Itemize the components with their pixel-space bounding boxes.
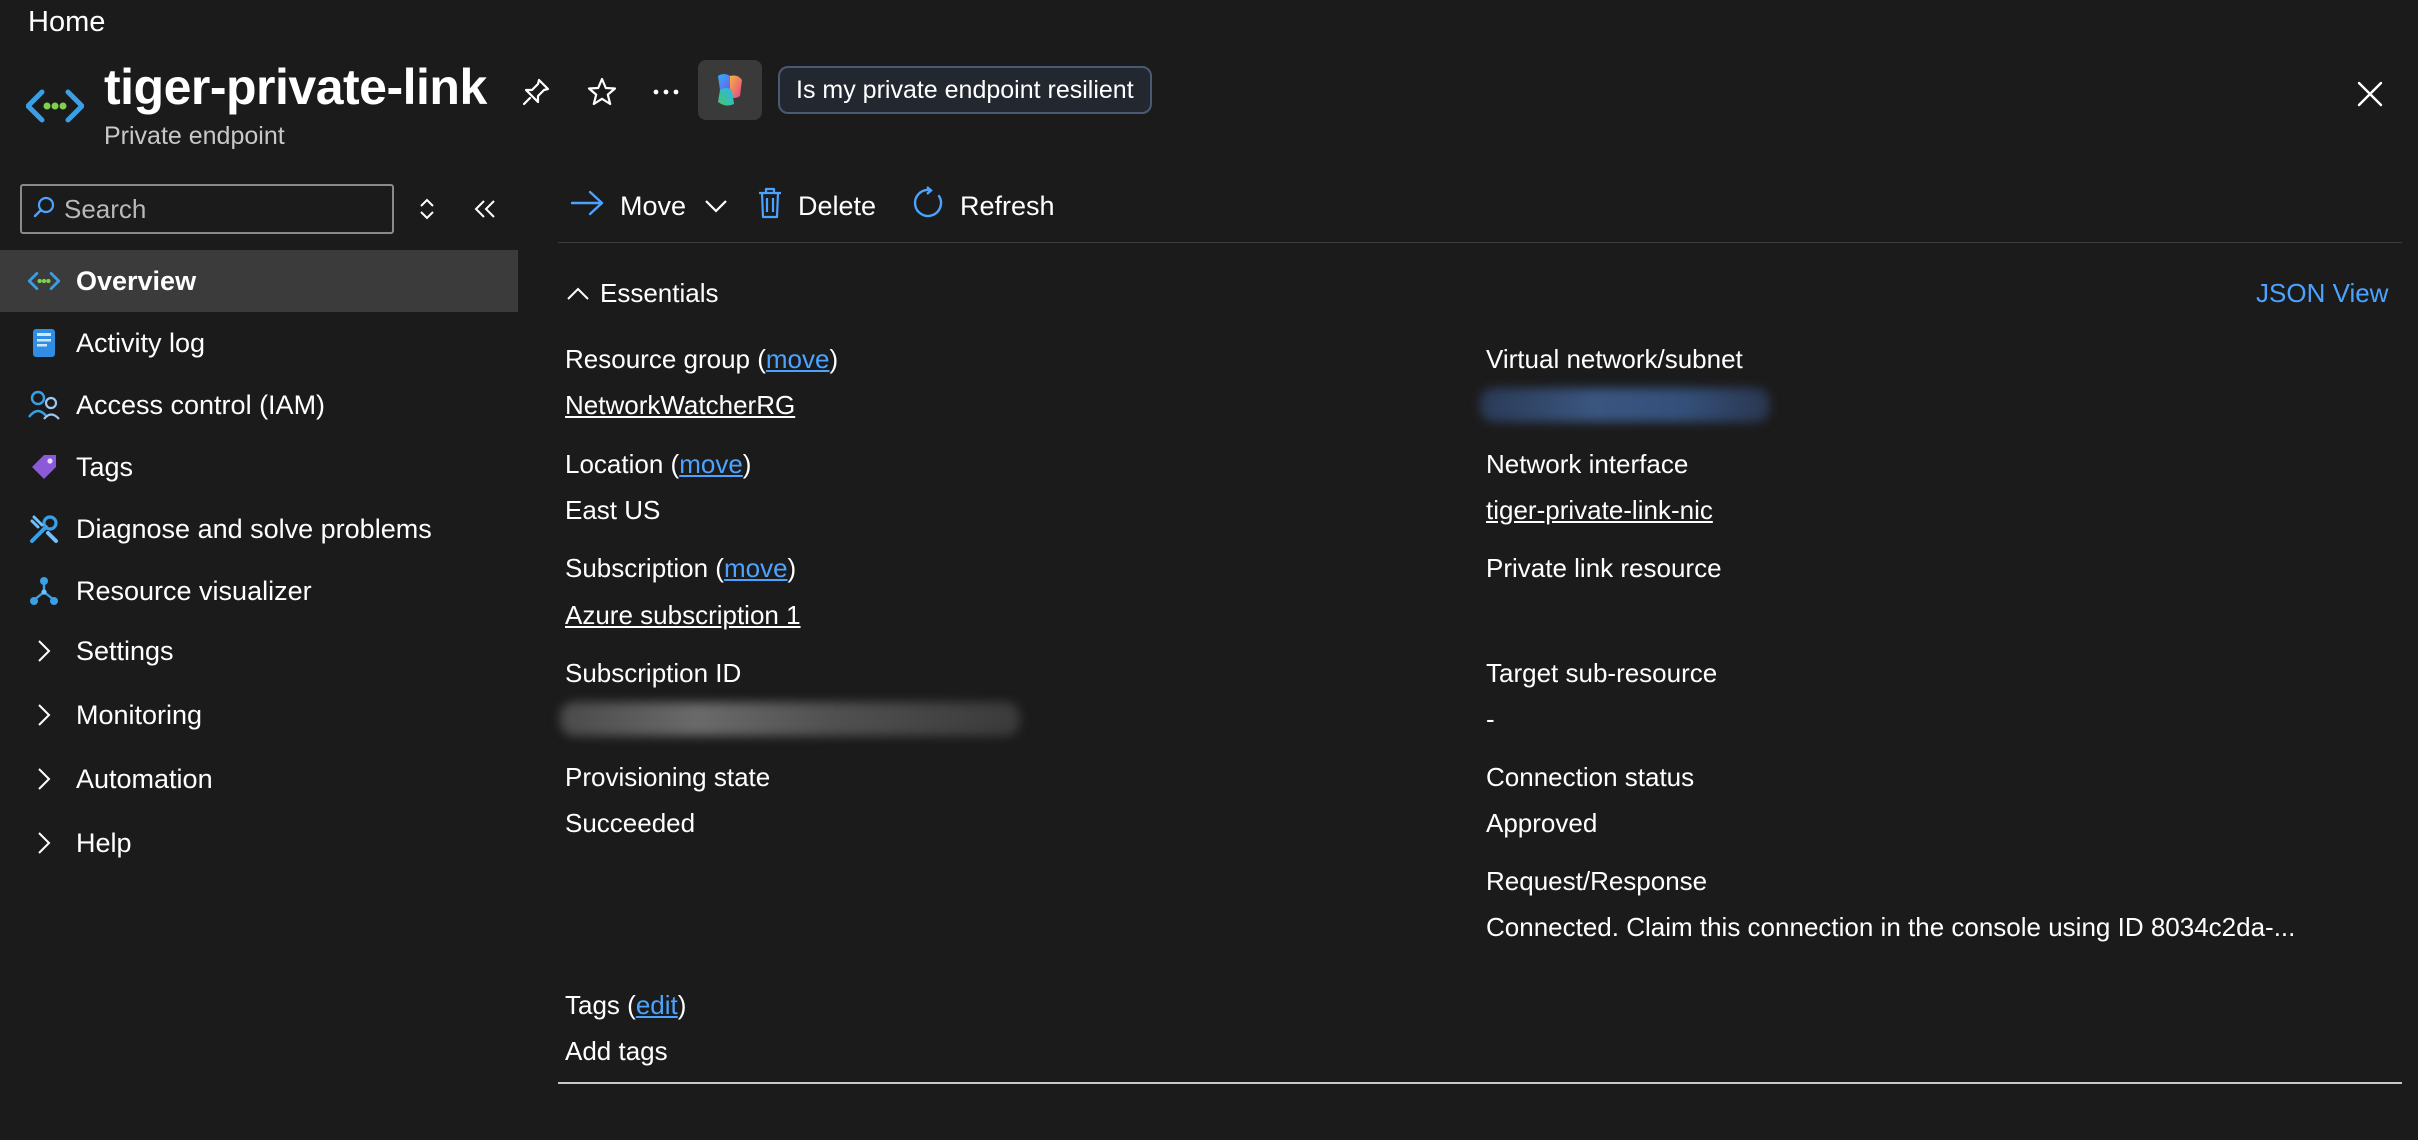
sidebar-item-help[interactable]: Help [0, 812, 518, 874]
sidebar-item-label: Diagnose and solve problems [76, 513, 432, 544]
sidebar-item-label: Activity log [76, 327, 206, 358]
refresh-label: Refresh [960, 190, 1055, 221]
resource-group-label: Resource group (move) [565, 344, 839, 374]
sidebar-item-automation[interactable]: Automation [0, 748, 518, 810]
json-view-link[interactable]: JSON View [2256, 278, 2388, 309]
private-endpoint-icon [26, 263, 62, 299]
sidebar-item-resource-visualizer[interactable]: Resource visualizer [0, 560, 518, 622]
search-icon [32, 195, 56, 224]
refresh-button[interactable]: Refresh [912, 180, 1055, 232]
sidebar-item-label: Access control (IAM) [76, 389, 326, 420]
sidebar-item-diagnose[interactable]: Diagnose and solve problems [0, 498, 518, 560]
location-value: East US [565, 495, 661, 525]
subscription-move-link[interactable]: move [724, 553, 788, 583]
add-tags-link[interactable]: Add tags [565, 1036, 668, 1067]
refresh-icon [912, 185, 960, 227]
sort-icon[interactable] [412, 194, 442, 224]
provisioning-state-value: Succeeded [565, 808, 696, 838]
sidebar-item-label: Resource visualizer [76, 575, 312, 606]
network-interface-label: Network interface [1486, 449, 1689, 479]
resource-group-link[interactable]: NetworkWatcherRG [565, 390, 795, 421]
sidebar-item-label: Overview [76, 265, 197, 296]
location-move-link[interactable]: move [679, 449, 743, 479]
tags-label: Tags (edit) [565, 990, 687, 1020]
star-icon[interactable] [580, 70, 624, 114]
divider [558, 242, 2402, 243]
delete-label: Delete [798, 190, 877, 221]
location-label: Location (move) [565, 449, 752, 479]
page-title: tiger-private-link [104, 59, 487, 115]
request-response-value: Connected. Claim this connection in the … [1486, 912, 2296, 942]
private-endpoint-icon [25, 84, 85, 128]
sidebar-item-label: Tags [76, 451, 134, 482]
breadcrumb-home[interactable]: Home [28, 6, 105, 39]
sidebar-item-label: Automation [76, 763, 213, 794]
iam-icon [26, 387, 62, 423]
chevron-right-icon [26, 825, 62, 861]
activity-log-icon [26, 325, 62, 361]
subscription-link[interactable]: Azure subscription 1 [565, 600, 801, 631]
sidebar-item-iam[interactable]: Access control (IAM) [0, 374, 518, 436]
vnet-subnet-label: Virtual network/subnet [1486, 344, 1743, 374]
sidebar-item-settings[interactable]: Settings [0, 620, 518, 682]
sidebar-item-tags[interactable]: Tags [0, 436, 518, 498]
subscription-id-label: Subscription ID [565, 658, 742, 688]
subscription-label: Subscription (move) [565, 553, 797, 583]
page-subtitle: Private endpoint [104, 122, 285, 150]
network-interface-link[interactable]: tiger-private-link-nic [1486, 495, 1713, 526]
private-link-resource-label: Private link resource [1486, 553, 1722, 583]
trash-icon [756, 187, 798, 226]
tags-edit-link[interactable]: edit [636, 990, 678, 1020]
sidebar-item-monitoring[interactable]: Monitoring [0, 684, 518, 746]
copilot-icon[interactable] [698, 60, 762, 120]
sidebar-item-label: Help [76, 827, 132, 858]
resource-group-move-link[interactable]: move [766, 344, 830, 374]
wrench-icon [26, 511, 62, 547]
sidebar-item-overview[interactable]: Overview [0, 250, 518, 312]
chevron-down-icon[interactable] [704, 198, 742, 214]
vnet-subnet-redacted[interactable] [1480, 388, 1770, 422]
provisioning-state-label: Provisioning state [565, 762, 771, 792]
connection-status-label: Connection status [1486, 762, 1695, 792]
copilot-prompt-chip[interactable]: Is my private endpoint resilient [778, 66, 1152, 114]
connection-status-value: Approved [1486, 808, 1598, 838]
collapse-sidebar-icon[interactable] [470, 194, 500, 224]
target-sub-resource-value: - [1486, 704, 1495, 734]
chevron-right-icon [26, 761, 62, 797]
sidebar: Overview Activity log Access control (IA… [0, 170, 518, 1140]
sidebar-item-activity-log[interactable]: Activity log [0, 312, 518, 374]
visualizer-icon [26, 573, 62, 609]
chevron-right-icon [26, 633, 62, 669]
sidebar-item-label: Settings [76, 635, 174, 666]
target-sub-resource-label: Target sub-resource [1486, 658, 1718, 688]
request-response-label: Request/Response [1486, 866, 1708, 896]
search-box[interactable] [20, 184, 394, 234]
subscription-id-redacted [560, 702, 1020, 736]
sidebar-item-label: Monitoring [76, 699, 203, 730]
arrow-right-icon [570, 189, 620, 224]
chevron-up-icon [566, 286, 600, 302]
tag-icon [26, 449, 62, 485]
more-options-icon[interactable] [644, 70, 688, 114]
essentials-label: Essentials [600, 278, 719, 308]
search-input[interactable] [64, 193, 364, 225]
chevron-right-icon [26, 697, 62, 733]
essentials-bottom-divider [558, 1082, 2402, 1084]
close-icon[interactable] [2346, 70, 2394, 118]
delete-button[interactable]: Delete [756, 180, 876, 232]
move-label: Move [620, 190, 687, 221]
pin-icon[interactable] [514, 70, 558, 114]
move-button[interactable]: Move [570, 180, 742, 232]
essentials-toggle[interactable]: Essentials [566, 278, 719, 309]
